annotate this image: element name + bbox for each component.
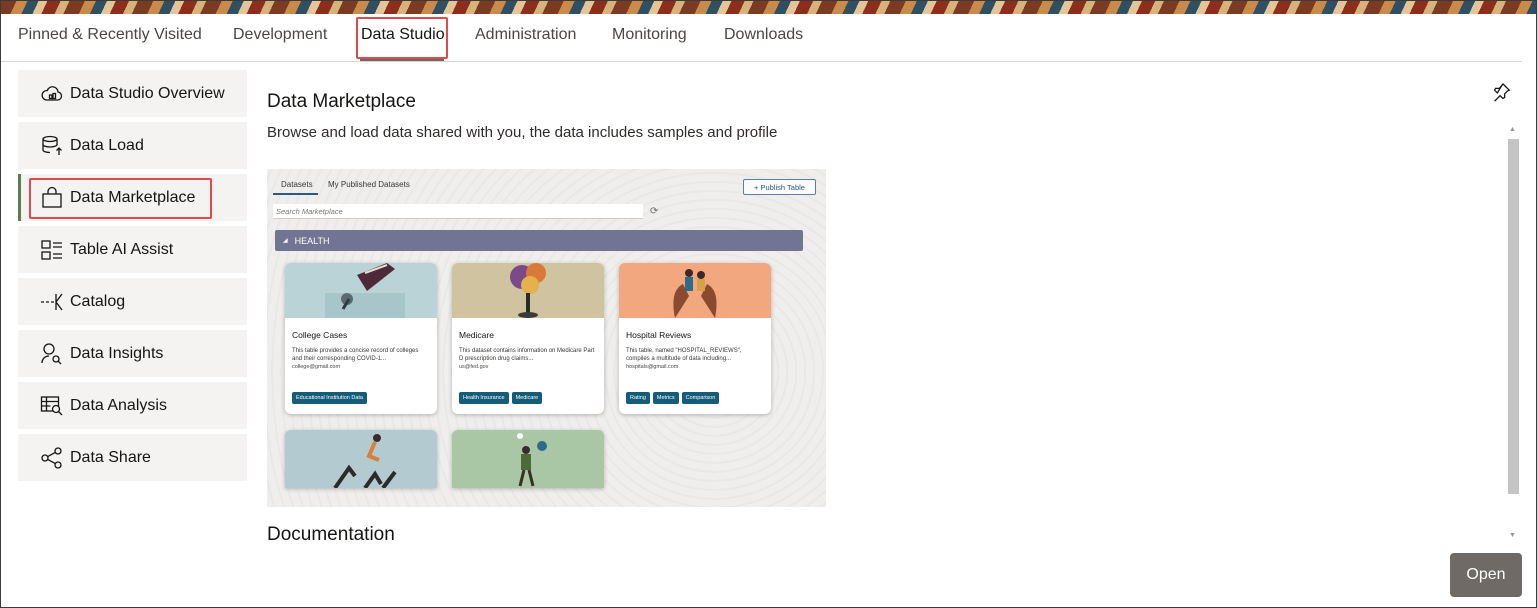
preview-tab-datasets: Datasets bbox=[281, 180, 313, 189]
sidebar-item-data-studio-overview[interactable]: Data Studio Overview bbox=[18, 70, 247, 117]
preview-card-college-cases: College Cases This table provides a conc… bbox=[285, 263, 437, 414]
card-illustration bbox=[285, 263, 437, 318]
refresh-icon: ⟳ bbox=[650, 206, 659, 217]
sidebar-item-table-ai-assist[interactable]: Table AI Assist bbox=[18, 226, 247, 273]
card-description: This dataset contains information on Med… bbox=[459, 348, 595, 362]
card-tag: Rating bbox=[626, 392, 650, 404]
card-tag: Comparison bbox=[681, 392, 720, 404]
sidebar-item-data-share[interactable]: Data Share bbox=[18, 434, 247, 481]
sidebar-item-label: Table AI Assist bbox=[70, 240, 174, 258]
card-email: college@gmail.com bbox=[292, 364, 341, 370]
tab-pinned-recently-visited[interactable]: Pinned & Recently Visited bbox=[18, 26, 202, 44]
preview-tab-published: My Published Datasets bbox=[328, 180, 410, 189]
top-tab-bar: Pinned & Recently Visited Development Da… bbox=[1, 14, 1522, 62]
tab-highlight-box bbox=[356, 17, 448, 59]
tab-monitoring[interactable]: Monitoring bbox=[612, 26, 687, 44]
sidebar-item-label: Data Share bbox=[70, 448, 151, 466]
card-tag: Metrics bbox=[652, 392, 679, 404]
card-email: hospitals@gmail.com bbox=[626, 364, 679, 370]
card-title: College Cases bbox=[292, 330, 348, 340]
marketplace-preview-image: Datasets My Published Datasets + Publish… bbox=[267, 169, 826, 507]
table-ai-icon bbox=[40, 238, 64, 262]
preview-search-field: Search Marketplace bbox=[273, 204, 643, 219]
sidebar-item-label: Catalog bbox=[70, 292, 126, 310]
card-illustration bbox=[619, 263, 771, 318]
catalog-icon bbox=[40, 290, 64, 314]
sidebar-item-data-analysis[interactable]: Data Analysis bbox=[18, 382, 247, 429]
card-title: Medicare bbox=[459, 330, 494, 340]
sidebar-item-label: Data Studio Overview bbox=[70, 84, 225, 102]
scroll-down-arrow[interactable]: ▼ bbox=[1509, 532, 1516, 539]
preview-card-partial bbox=[285, 430, 437, 488]
preview-card-partial bbox=[452, 430, 604, 488]
tab-downloads[interactable]: Downloads bbox=[724, 26, 803, 44]
sidebar-item-label: Data Load bbox=[70, 136, 144, 154]
scroll-up-arrow[interactable]: ▲ bbox=[1509, 126, 1516, 133]
tab-administration[interactable]: Administration bbox=[475, 26, 576, 44]
sidebar-item-data-insights[interactable]: Data Insights bbox=[18, 330, 247, 377]
sidebar-item-catalog[interactable]: Catalog bbox=[18, 278, 247, 325]
tab-development[interactable]: Development bbox=[233, 26, 327, 44]
card-title: Hospital Reviews bbox=[626, 330, 692, 340]
person-search-icon bbox=[40, 342, 64, 366]
preview-publish-button: + Publish Table bbox=[743, 179, 816, 195]
documentation-heading: Documentation bbox=[267, 524, 395, 545]
preview-card-hospital-reviews: Hospital Reviews This table, named "HOSP… bbox=[619, 263, 771, 414]
card-email: us@fed.gov bbox=[459, 364, 489, 370]
card-tag: Health Insurance bbox=[459, 392, 509, 404]
share-icon bbox=[40, 446, 64, 470]
preview-card-medicare: Medicare This dataset contains informati… bbox=[452, 263, 604, 414]
sidebar-item-data-load[interactable]: Data Load bbox=[18, 122, 247, 169]
card-description: This table provides a concise record of … bbox=[292, 348, 419, 362]
sidebar-item-label: Data Analysis bbox=[70, 396, 167, 414]
preview-category-band: ◢ HEALTH bbox=[275, 230, 803, 251]
open-button[interactable]: Open bbox=[1450, 553, 1522, 597]
app-window: Pinned & Recently Visited Development Da… bbox=[0, 0, 1537, 608]
table-search-icon bbox=[40, 394, 64, 418]
card-tag: Educational Institution Data bbox=[292, 392, 367, 404]
preview-tab-indicator bbox=[273, 193, 318, 195]
pin-icon[interactable] bbox=[1490, 81, 1512, 103]
card-tag: Medicare bbox=[511, 392, 543, 404]
sidebar-highlight-box bbox=[29, 178, 212, 219]
card-description: This table, named "HOSPITAL_REVIEWS", co… bbox=[626, 348, 742, 362]
database-upload-icon bbox=[40, 134, 64, 158]
card-illustration bbox=[452, 263, 604, 318]
page-title: Data Marketplace bbox=[267, 91, 416, 112]
page-description: Browse and load data shared with you, th… bbox=[267, 124, 778, 141]
cloud-icon bbox=[40, 82, 64, 106]
decorative-banner bbox=[1, 1, 1536, 14]
scrollbar-thumb[interactable] bbox=[1508, 139, 1519, 494]
sidebar-item-label: Data Insights bbox=[70, 344, 164, 362]
